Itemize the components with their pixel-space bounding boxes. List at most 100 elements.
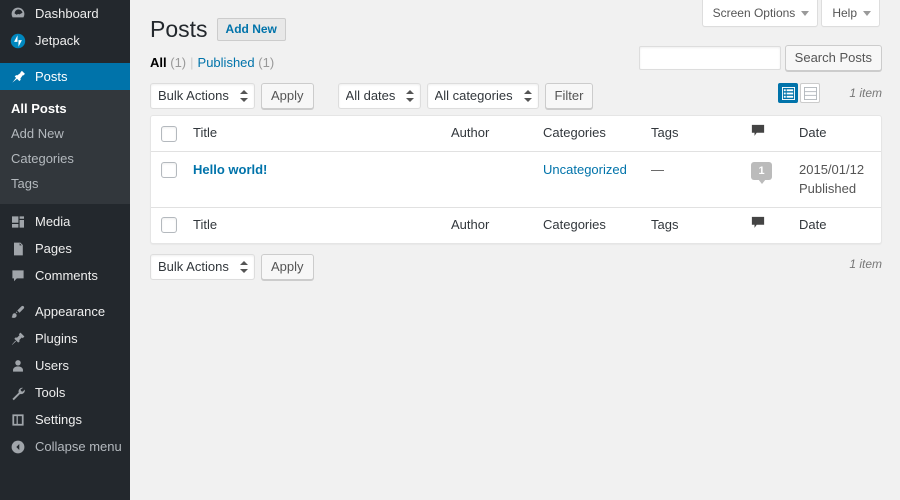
comment-bubble-icon [751, 216, 765, 235]
column-footer-categories[interactable]: Categories [533, 206, 641, 243]
search-input[interactable] [638, 46, 781, 70]
media-icon [9, 213, 27, 231]
comment-count-bubble[interactable]: 1 [751, 162, 772, 185]
sidebar-item-label: Collapse menu [35, 439, 122, 454]
column-footer-comments[interactable] [741, 206, 789, 243]
category-filter-select[interactable]: All categories [426, 83, 539, 109]
status-divider: | [190, 54, 194, 70]
cell-categories: Uncategorized [533, 152, 641, 207]
bulk-actions-select-bottom[interactable]: Bulk Actions [150, 253, 255, 280]
submenu-item-add-new[interactable]: Add New [0, 121, 130, 146]
jetpack-icon [9, 32, 27, 50]
column-header-author[interactable]: Author [441, 116, 533, 152]
bulk-actions-select[interactable]: Bulk Actions [150, 83, 255, 109]
list-view-icon[interactable] [778, 83, 798, 103]
cell-date: 2015/01/12 Published [789, 152, 881, 207]
apply-button-bottom[interactable]: Apply [261, 253, 314, 280]
row-checkbox[interactable] [161, 162, 177, 179]
sidebar-item-users[interactable]: Users [0, 352, 130, 379]
column-header-tags[interactable]: Tags [641, 116, 741, 152]
sidebar-item-posts[interactable]: Posts [0, 63, 138, 90]
post-date: 2015/01/12 [799, 161, 865, 177]
content-area: Screen Options Help Posts Add New All (1… [130, 0, 900, 500]
submenu-item-label: Add New [11, 126, 64, 141]
cell-author [441, 152, 533, 207]
column-footer-title[interactable]: Title [183, 206, 441, 243]
submenu-item-label: Tags [11, 176, 39, 191]
sidebar-item-label: Pages [35, 241, 72, 256]
bulk-actions-select-wrap-bottom: Bulk Actions [150, 253, 255, 280]
paintbrush-icon [9, 303, 27, 321]
submenu-item-label: All Posts [11, 101, 67, 116]
table-foot: Title Author Categories Tags Date [151, 206, 881, 243]
category-filter-select-wrap: All categories [426, 83, 539, 109]
cell-tags: — [651, 161, 664, 177]
status-link-published[interactable]: Published [198, 55, 255, 70]
sidebar-item-collapse-menu[interactable]: Collapse menu [0, 433, 130, 460]
table-head: Title Author Categories Tags Date [151, 116, 881, 152]
settings-icon [9, 411, 27, 429]
column-header-categories[interactable]: Categories [533, 116, 641, 152]
dashboard-icon [9, 5, 27, 23]
table-header-row: Title Author Categories Tags Date [151, 116, 881, 152]
search-posts-button[interactable]: Search Posts [784, 45, 882, 71]
select-all-checkbox-footer[interactable] [161, 217, 177, 234]
table-footer-row: Title Author Categories Tags Date [151, 206, 881, 243]
add-new-button[interactable]: Add New [216, 17, 286, 41]
displaying-num-bottom: 1 item [849, 256, 882, 271]
column-footer-date[interactable]: Date [789, 206, 881, 243]
apply-button-top[interactable]: Apply [261, 83, 314, 109]
sidebar-item-dashboard[interactable]: Dashboard [0, 0, 130, 27]
sidebar-item-label: Users [35, 358, 69, 373]
help-label: Help [832, 6, 857, 20]
status-link-all[interactable]: All [150, 55, 167, 70]
submenu-item-categories[interactable]: Categories [0, 146, 130, 171]
status-link-all-item: All (1) [150, 55, 186, 70]
users-icon [9, 357, 27, 375]
column-footer-tags[interactable]: Tags [641, 206, 741, 243]
screen-options-button[interactable]: Screen Options [701, 0, 819, 27]
sidebar-item-label: Jetpack [35, 33, 80, 48]
sidebar-item-label: Settings [35, 412, 82, 427]
pages-icon [9, 240, 27, 258]
submenu-item-tags[interactable]: Tags [0, 171, 130, 196]
sidebar-item-comments[interactable]: Comments [0, 262, 130, 289]
column-header-title[interactable]: Title [183, 116, 441, 152]
column-header-comments[interactable] [741, 116, 789, 152]
submenu-item-label: Categories [11, 151, 74, 166]
collapse-icon [9, 438, 27, 456]
post-title-link[interactable]: Hello world! [193, 162, 267, 177]
plugins-icon [9, 330, 27, 348]
sidebar-item-settings[interactable]: Settings [0, 406, 130, 433]
filter-button[interactable]: Filter [544, 83, 594, 109]
screen-meta-links: Screen Options Help [701, 0, 880, 27]
sidebar-item-label: Appearance [35, 304, 106, 319]
sidebar-item-plugins[interactable]: Plugins [0, 325, 130, 352]
bulk-actions-group-bottom: Bulk Actions Apply [150, 253, 314, 280]
column-footer-author[interactable]: Author [441, 206, 533, 243]
chevron-down-icon [863, 11, 871, 16]
excerpt-view-icon[interactable] [800, 83, 820, 103]
sidebar-item-jetpack[interactable]: Jetpack [0, 27, 130, 54]
help-button[interactable]: Help [821, 0, 880, 27]
select-all-header [151, 116, 183, 152]
sidebar-item-appearance[interactable]: Appearance [0, 298, 130, 325]
tablenav-bottom: Bulk Actions Apply 1 item [150, 252, 882, 282]
date-filter-select-wrap: All dates [337, 83, 421, 109]
sidebar-item-pages[interactable]: Pages [0, 235, 130, 262]
sidebar-item-media[interactable]: Media [0, 208, 130, 235]
sidebar-item-label: Dashboard [35, 6, 99, 21]
select-all-checkbox[interactable] [161, 125, 177, 142]
date-filter-group: All dates [337, 83, 421, 109]
sidebar-item-tools[interactable]: Tools [0, 379, 130, 406]
displaying-num-top: 1 item [849, 86, 882, 100]
column-header-date[interactable]: Date [789, 116, 881, 152]
submenu-item-all-posts[interactable]: All Posts [0, 96, 130, 121]
view-switch [778, 83, 820, 103]
screen-options-label: Screen Options [712, 6, 796, 20]
category-link[interactable]: Uncategorized [543, 162, 627, 177]
sidebar-item-label: Media [35, 214, 71, 229]
date-filter-select[interactable]: All dates [337, 83, 421, 109]
chevron-down-icon [801, 11, 810, 16]
bulk-actions-group-top: Bulk Actions Apply [150, 83, 314, 109]
